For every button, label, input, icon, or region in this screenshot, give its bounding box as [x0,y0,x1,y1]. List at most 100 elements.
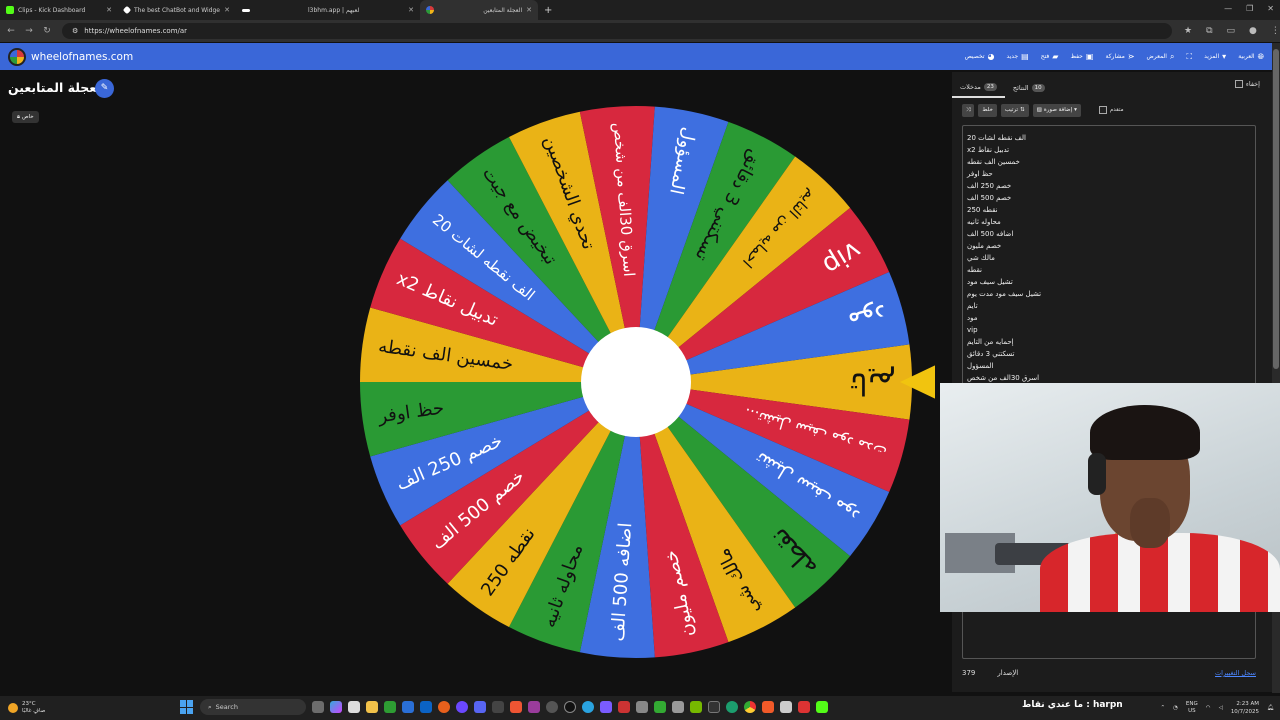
menu-icon[interactable]: ⋮ [1271,26,1280,36]
wheel-title: العجلة المتابعين [8,80,106,95]
menu-label: مشاركة [1105,53,1125,60]
minimize-icon[interactable]: — [1224,4,1232,13]
firefox-icon[interactable] [438,701,450,713]
windows-start-icon[interactable] [180,700,194,714]
palette-icon: ◕ [987,52,995,61]
menu-save[interactable]: ▣ حفظ [1070,52,1093,61]
back-icon[interactable]: ← [4,26,18,36]
mail-icon[interactable] [402,701,414,713]
menu-share[interactable]: ⋖ مشاركة [1105,52,1134,61]
weather-widget[interactable]: 23°C صافٍ غالبًا [8,701,45,715]
entry-line: خصم 250 الف [967,182,1012,190]
browser-tab[interactable]: l3bhm.app | لعبهم ✕ [302,0,420,20]
language-indicator[interactable]: ENG US [1186,701,1198,715]
hide-label: إخفاء [1245,80,1260,88]
menu-more[interactable]: ▾ المزيد [1204,52,1226,61]
hide-toggle[interactable]: إخفاء [1234,80,1260,88]
close-icon[interactable]: ✕ [224,6,230,14]
gear-icon[interactable] [546,701,558,713]
menu-language[interactable]: 🌐︎ العربية [1238,52,1264,62]
menu-gallery[interactable]: ⌕ المعرض [1147,52,1175,62]
close-window-icon[interactable]: ✕ [1267,4,1274,13]
wifi-icon[interactable]: ◠ [1206,705,1211,711]
close-icon[interactable]: ✕ [106,6,112,14]
new-tab-button[interactable]: + [544,5,552,16]
app-icon[interactable] [798,701,810,713]
tab-entries[interactable]: مدخلات 23 [952,78,1005,98]
dots-icon [242,8,250,12]
outlook-icon[interactable] [420,701,432,713]
brave-icon[interactable] [762,701,774,713]
site-name[interactable]: wheelofnames.com [31,51,133,63]
taskbar-search[interactable]: ⌕ Search [200,699,306,715]
app-icon[interactable] [618,701,630,713]
menu-new[interactable]: ▤ جديد [1006,52,1028,61]
shuffle-button[interactable]: ⤨ [962,103,975,117]
sidebar-icon[interactable]: ▭ [1227,26,1236,36]
edit-title-button[interactable]: ✎ [95,79,114,98]
changelog-link[interactable]: سجل التغييرات [1215,669,1256,677]
nvidia-icon[interactable] [690,701,702,713]
obs-icon[interactable] [564,701,576,713]
entries-count-badge: 23 [983,83,997,91]
app-icon[interactable] [780,701,792,713]
entry-line: نقطه [967,266,982,274]
advanced-label: متقدم [1109,107,1124,113]
app-icon[interactable] [636,701,648,713]
scrollbar-thumb[interactable] [1273,49,1279,369]
notification-app-icon[interactable] [510,701,522,713]
app-icon[interactable] [492,701,504,713]
clock[interactable]: 2:23 AM 10/7/2025 [1231,700,1259,716]
tab-results[interactable]: النتائج 10 [1005,78,1053,98]
site-logo[interactable] [8,47,26,66]
app-icon[interactable] [654,701,666,713]
visibility-badge[interactable]: 🔒︎ خاص [12,111,39,123]
save-icon: ▣ [1085,52,1094,61]
extensions-icon[interactable]: ⧉ [1206,26,1212,36]
volume-icon[interactable]: ◁ [1219,705,1223,711]
discord-icon[interactable] [474,701,486,713]
slack-icon[interactable] [528,701,540,713]
star-icon[interactable]: ★ [1184,26,1192,36]
menu-customize[interactable]: ◕ تخصيص [965,52,995,61]
telegram-icon[interactable] [582,701,594,713]
menu-fullscreen[interactable]: ⛶ [1186,52,1192,62]
spin-wheel[interactable]: تايمتشيل سيف مود مدت...تشيل سيف مودنقطهم… [355,100,935,670]
wheel-center[interactable] [581,327,691,437]
profile-icon[interactable]: ● [1249,26,1257,36]
browser-tab[interactable] [236,0,282,20]
close-icon[interactable]: ✕ [408,6,414,14]
site-info-icon[interactable]: ⚙ [72,27,78,35]
browser-tab-active[interactable]: العجلة المتابعين ✕ [420,0,538,20]
chevron-up-icon[interactable]: ⌃ [1160,705,1165,711]
maximize-icon[interactable]: ❐ [1246,4,1253,13]
url-field[interactable]: ⚙ https://wheelofnames.com/ar [62,23,1172,39]
browser-tab[interactable]: Clips - Kick Dashboard ✕ [0,0,118,20]
app-icon[interactable] [708,701,720,713]
add-image-button[interactable]: ▨ إضافة صورة ▾ [1032,103,1081,117]
bell-icon[interactable]: 🔔︎ [1267,705,1274,711]
hide-checkbox[interactable] [1234,80,1243,88]
explorer-icon[interactable] [366,701,378,713]
menu-open[interactable]: ▰ فتح [1041,52,1059,61]
chrome-icon[interactable] [744,701,756,713]
taskview-icon[interactable] [312,701,324,713]
xbox-icon[interactable] [384,701,396,713]
edge-icon[interactable] [726,701,738,713]
close-icon[interactable]: ✕ [526,6,532,14]
kick-icon[interactable] [816,701,828,713]
reload-icon[interactable]: ↻ [40,26,54,36]
store-icon[interactable] [348,701,360,713]
app-icon[interactable] [672,701,684,713]
app-icon[interactable] [600,701,612,713]
forward-icon[interactable]: → [22,26,36,36]
shuffle-label-button[interactable]: خلط [978,103,997,117]
advanced-checkbox[interactable] [1098,106,1107,114]
advanced-toggle[interactable]: متقدم [1098,106,1124,114]
copilot-icon[interactable] [330,701,342,713]
add-image-label: إضافة صورة [1043,107,1073,113]
media-icon[interactable] [456,701,468,713]
sort-button[interactable]: ترتيب ⇅ [1000,103,1029,117]
browser-tab[interactable]: The best ChatBot and Widgets ✕ [118,0,236,20]
network-icon[interactable]: ◔ [1173,705,1178,711]
